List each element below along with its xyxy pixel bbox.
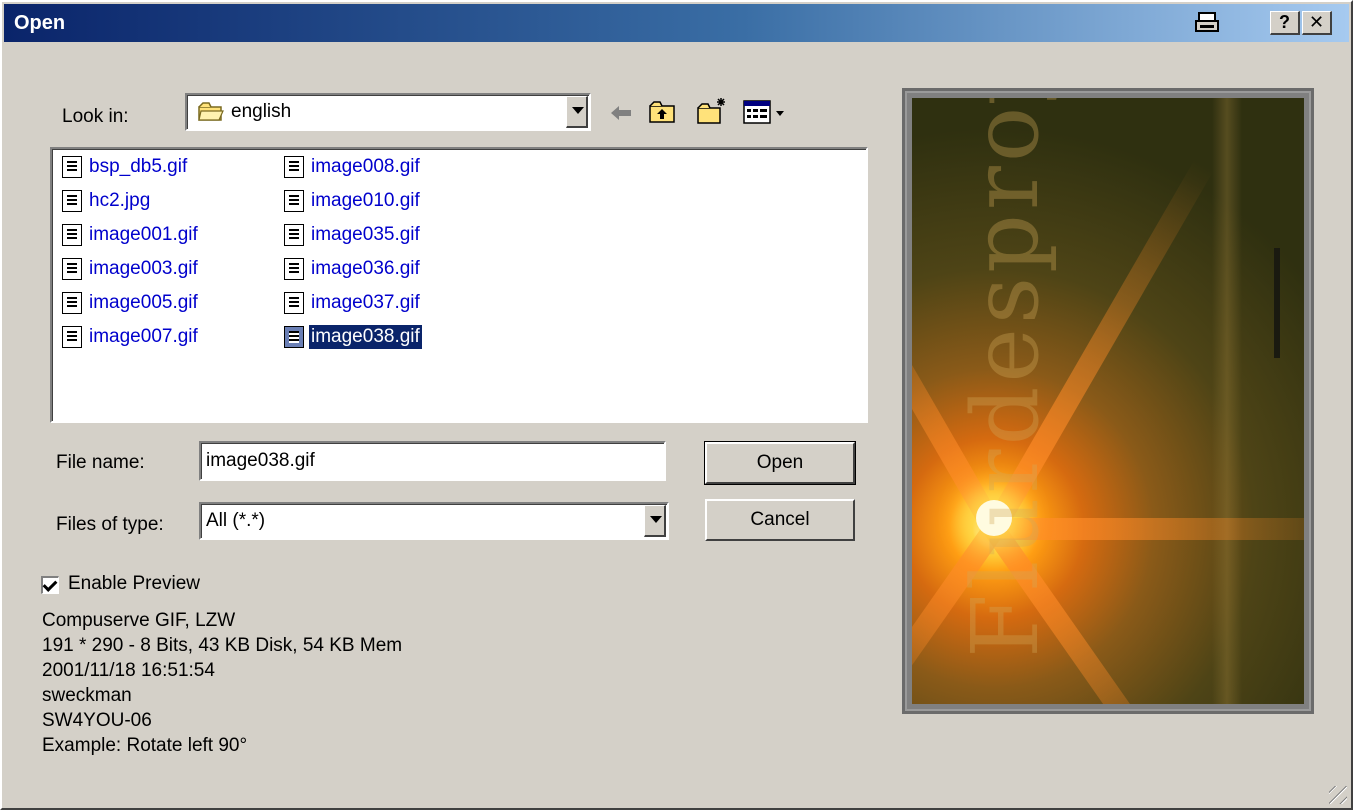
look-in-dropdown-arrow[interactable] bbox=[566, 96, 588, 128]
preview-frame: Flurdesproy bbox=[902, 88, 1314, 714]
preview-image: Flurdesproy bbox=[912, 98, 1304, 704]
file-name-label: File name: bbox=[56, 452, 145, 473]
folder-icon bbox=[197, 101, 225, 129]
resize-grip[interactable] bbox=[1329, 786, 1347, 804]
file-name: image037.gif bbox=[311, 292, 420, 313]
files-of-type-dropdown-arrow[interactable] bbox=[644, 505, 666, 537]
files-of-type-dropdown[interactable]: All (*.*) bbox=[199, 502, 669, 540]
image-file-icon bbox=[62, 156, 82, 178]
preview-horizon bbox=[1212, 98, 1242, 704]
image-file-icon bbox=[62, 258, 82, 280]
back-icon[interactable] bbox=[608, 100, 634, 126]
new-folder-icon[interactable] bbox=[696, 96, 725, 124]
image-file-icon bbox=[62, 190, 82, 212]
file-name: image007.gif bbox=[89, 326, 198, 347]
file-name: hc2.jpg bbox=[89, 190, 151, 211]
title-bar[interactable]: Open ? ✕ bbox=[4, 4, 1349, 42]
files-of-type-label: Files of type: bbox=[56, 514, 164, 535]
file-name: bsp_db5.gif bbox=[89, 156, 188, 177]
view-menu-icon[interactable] bbox=[742, 98, 792, 124]
look-in-dropdown[interactable]: english bbox=[185, 93, 591, 131]
up-folder-icon[interactable] bbox=[648, 98, 675, 124]
image-file-icon bbox=[284, 224, 304, 246]
window-title: Open bbox=[14, 12, 66, 34]
image-file-icon bbox=[62, 326, 82, 348]
image-file-icon bbox=[284, 326, 304, 348]
file-list[interactable]: bsp_db5.gif hc2.jpg image001.gif image003.g… bbox=[50, 147, 868, 423]
print-icon[interactable] bbox=[1193, 11, 1223, 35]
enable-preview-label[interactable]: Enable Preview bbox=[68, 573, 200, 595]
cancel-button[interactable]: Cancel bbox=[705, 499, 855, 541]
image-file-icon bbox=[284, 190, 304, 212]
file-name: image005.gif bbox=[89, 292, 198, 313]
files-of-type-value: All (*.*) bbox=[206, 510, 266, 531]
file-name: image036.gif bbox=[311, 258, 420, 279]
open-dialog: Open ? ✕ Look in: english bsp_db5.gif hc… bbox=[0, 0, 1353, 810]
info-description: Example: Rotate left 90° bbox=[42, 735, 248, 756]
file-name: image003.gif bbox=[89, 258, 198, 279]
file-name-value: image038.gif bbox=[206, 450, 315, 471]
info-author: sweckman bbox=[42, 685, 132, 706]
info-dimensions: 191 * 290 - 8 Bits, 43 KB Disk, 54 KB Me… bbox=[42, 635, 403, 656]
file-name: image038.gif bbox=[309, 325, 422, 349]
enable-preview-checkbox[interactable] bbox=[41, 576, 59, 594]
info-date: 2001/11/18 16:51:54 bbox=[42, 660, 215, 681]
help-button[interactable]: ? bbox=[1270, 11, 1300, 35]
image-file-icon bbox=[284, 156, 304, 178]
image-file-icon bbox=[62, 292, 82, 314]
file-name: image035.gif bbox=[311, 224, 420, 245]
preview-watermark: Flurdesproy bbox=[952, 98, 1059, 658]
look-in-label: Look in: bbox=[62, 106, 129, 127]
close-button[interactable]: ✕ bbox=[1302, 11, 1332, 35]
image-file-icon bbox=[62, 224, 82, 246]
image-file-icon bbox=[284, 258, 304, 280]
info-format: Compuserve GIF, LZW bbox=[42, 610, 236, 631]
file-name-input[interactable]: image038.gif bbox=[199, 441, 666, 481]
open-button[interactable]: Open bbox=[704, 441, 856, 485]
file-name: image008.gif bbox=[311, 156, 420, 177]
look-in-value: english bbox=[231, 101, 292, 122]
preview-tower bbox=[1274, 248, 1280, 358]
file-name: image010.gif bbox=[311, 190, 420, 211]
image-file-icon bbox=[284, 292, 304, 314]
file-name: image001.gif bbox=[89, 224, 198, 245]
info-code: SW4YOU-06 bbox=[42, 710, 152, 731]
